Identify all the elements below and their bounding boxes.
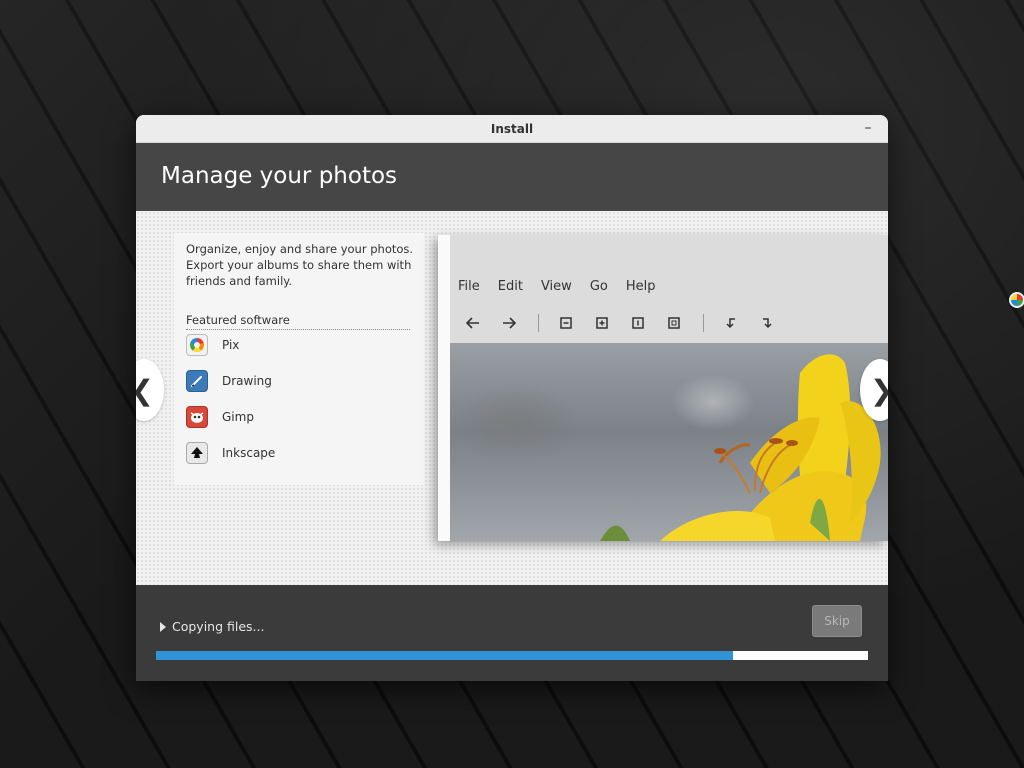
- progress-bar: [156, 651, 868, 660]
- expander-triangle-icon: [160, 621, 166, 632]
- menu-item-view: View: [540, 279, 572, 294]
- app-label: Inkscape: [222, 446, 276, 460]
- lily-flower-image: [600, 354, 881, 541]
- titlebar: Install –: [136, 115, 888, 143]
- toolbar-separator: [538, 314, 539, 332]
- menu-item-edit: Edit: [497, 279, 523, 294]
- menu-item-file: File: [458, 279, 480, 294]
- progress-details-expander[interactable]: Copying files...: [160, 619, 264, 634]
- app-label: Gimp: [222, 410, 254, 424]
- installer-window: Install – Manage your photos Organize, e…: [136, 115, 888, 681]
- drawing-icon: [186, 370, 208, 392]
- app-item-drawing: Drawing: [186, 369, 272, 393]
- screenshot-toolbar: File Edit View Go Help: [450, 235, 888, 343]
- menu-item-help: Help: [625, 279, 656, 294]
- app-item-inkscape: Inkscape: [186, 441, 275, 465]
- slide-title: Manage your photos: [161, 163, 398, 189]
- zoom-original-icon: [627, 313, 649, 333]
- window-title: Install: [490, 122, 534, 136]
- menu-item-go: Go: [589, 279, 608, 294]
- app-label: Pix: [222, 338, 240, 352]
- slide-description: Organize, enjoy and share your photos. E…: [186, 242, 414, 288]
- pix-screenshot: File Edit View Go Help: [438, 235, 888, 541]
- app-item-pix: Pix: [186, 333, 239, 357]
- app-label: Drawing: [222, 374, 272, 388]
- skip-button[interactable]: Skip: [812, 605, 862, 637]
- zoom-fit-icon: [663, 313, 685, 333]
- pix-icon: [186, 334, 208, 356]
- slide-header: Manage your photos: [136, 143, 888, 211]
- minimize-button[interactable]: –: [860, 119, 876, 137]
- rotate-left-icon: [720, 313, 742, 333]
- progress-fill: [156, 651, 733, 660]
- featured-heading: Featured software: [186, 313, 410, 330]
- slide-content: Organize, enjoy and share your photos. E…: [136, 211, 888, 585]
- toolbar-separator: [703, 314, 704, 332]
- rotate-right-icon: [756, 313, 778, 333]
- previous-slide-button[interactable]: ❮: [136, 359, 164, 421]
- progress-status: Copying files...: [172, 619, 265, 634]
- zoom-out-icon: [555, 313, 577, 333]
- lily-photo: [450, 343, 888, 541]
- zoom-in-icon: [591, 313, 613, 333]
- inkscape-icon: [186, 442, 208, 464]
- gimp-icon: [186, 406, 208, 428]
- progress-footer: Copying files... Skip: [136, 585, 888, 681]
- arrow-right-icon: [498, 313, 520, 333]
- app-item-gimp: Gimp: [186, 405, 254, 429]
- arrow-left-icon: [462, 313, 484, 333]
- info-panel: Organize, enjoy and share your photos. E…: [174, 233, 424, 485]
- tray-app-icon[interactable]: [1009, 292, 1024, 308]
- screenshot-menubar: File Edit View Go Help: [458, 279, 673, 294]
- screenshot-tools: [462, 313, 792, 333]
